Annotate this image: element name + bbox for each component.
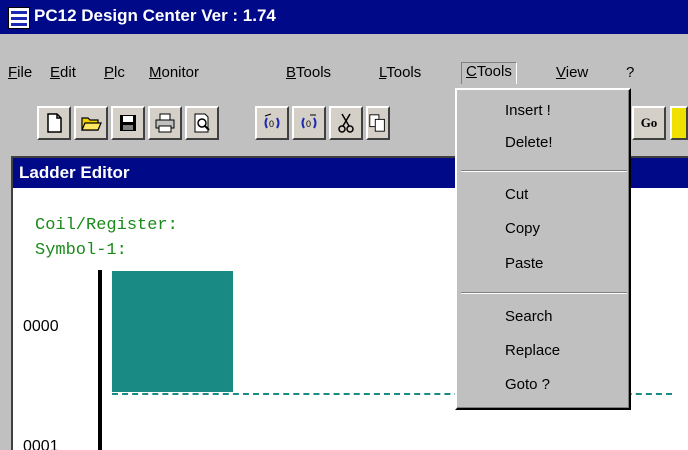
menu-item-cut[interactable]: Cut (505, 186, 528, 203)
menu-separator (461, 170, 627, 172)
open-file-button[interactable] (74, 106, 108, 140)
coil-in-button[interactable]: 0 (255, 106, 289, 140)
toolbar-extra-button[interactable] (670, 106, 688, 140)
coil-out-button[interactable]: 0 (292, 106, 326, 140)
menu-view[interactable]: View (556, 64, 588, 81)
svg-text:0: 0 (306, 119, 311, 129)
menu-item-insert[interactable]: Insert ! (505, 102, 551, 119)
rung-address-1: 0001 (23, 438, 59, 450)
open-folder-icon (81, 117, 102, 131)
print-button[interactable] (148, 106, 182, 140)
print-preview-button[interactable] (185, 106, 219, 140)
menu-file[interactable]: File (8, 64, 32, 81)
copy-button[interactable] (366, 106, 390, 140)
title-bar: PC12 Design Center Ver : 1.74 (0, 0, 688, 34)
new-file-icon (47, 113, 62, 133)
rung-address-0: 0000 (23, 318, 59, 335)
menu-ltools[interactable]: LTools (379, 64, 421, 81)
new-file-button[interactable] (37, 106, 71, 140)
menu-edit[interactable]: Edit (50, 64, 76, 81)
coil-out-icon: 0 (301, 114, 317, 129)
print-preview-icon (194, 113, 210, 133)
coil-in-icon: 0 (264, 113, 280, 129)
menu-item-delete[interactable]: Delete! (505, 134, 553, 151)
menu-plc[interactable]: Plc (104, 64, 125, 81)
menu-monitor[interactable]: Monitor (149, 64, 199, 81)
ladder-cursor-cell[interactable] (112, 271, 233, 392)
menu-item-replace[interactable]: Replace (505, 342, 560, 359)
coil-register-label: Coil/Register: (35, 216, 178, 235)
menu-help[interactable]: ? (626, 64, 634, 81)
menu-item-goto[interactable]: Goto ? (505, 376, 550, 393)
window-title: PC12 Design Center Ver : 1.74 (34, 6, 276, 25)
ladder-left-rail (98, 270, 102, 450)
cut-button[interactable] (329, 106, 363, 140)
menu-item-search[interactable]: Search (505, 308, 553, 325)
cut-icon (338, 113, 354, 133)
menu-item-paste[interactable]: Paste (505, 255, 543, 272)
menu-ctools[interactable]: CTools (461, 62, 517, 86)
print-icon (155, 113, 175, 133)
go-icon: Go (640, 115, 658, 130)
save-button[interactable] (111, 106, 145, 140)
ctools-dropdown-menu: Insert ! Delete! Cut Copy Paste Search R… (455, 88, 631, 410)
go-button[interactable]: Go (632, 106, 666, 140)
menu-separator (461, 292, 627, 294)
save-disk-icon (120, 115, 136, 131)
copy-icon (369, 114, 385, 132)
app-icon[interactable] (8, 7, 30, 29)
menu-item-copy[interactable]: Copy (505, 220, 540, 237)
menu-bar: File Edit Plc Monitor BTools LTools CToo… (0, 34, 688, 86)
menu-btools[interactable]: BTools (286, 64, 331, 81)
symbol-label: Symbol-1: (35, 241, 127, 260)
svg-text:0: 0 (269, 119, 274, 129)
